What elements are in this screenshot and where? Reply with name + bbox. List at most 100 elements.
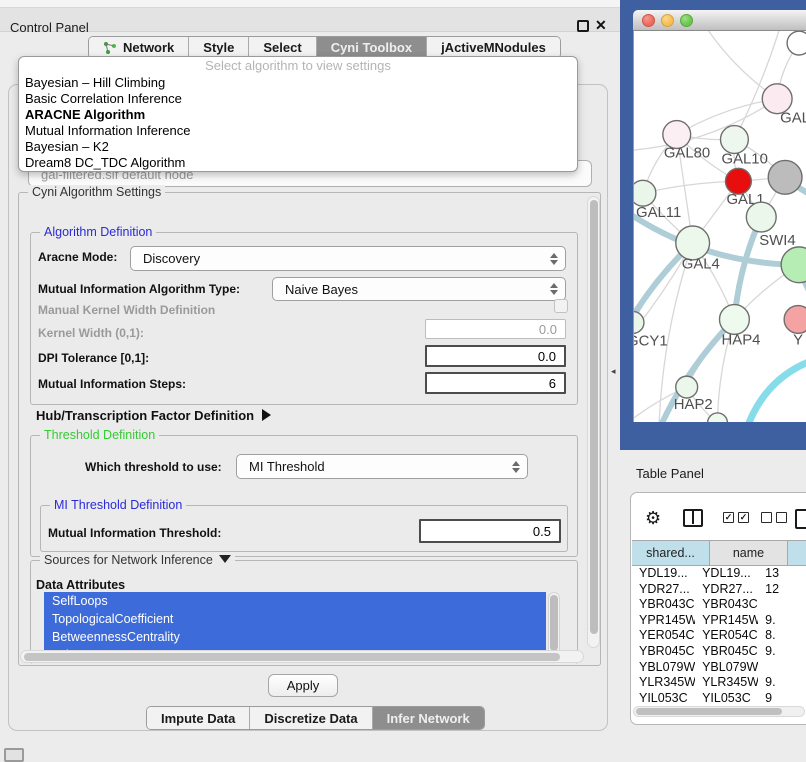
table-cell: YBR045C: [632, 644, 695, 660]
network-node-label: HAP2: [674, 397, 713, 413]
aracne-mode-combobox[interactable]: Discovery: [130, 246, 566, 271]
network-node-hap4[interactable]: [720, 305, 750, 335]
top-window-strip: [0, 0, 620, 8]
network-node-label: GAL10: [721, 151, 767, 167]
sources-group-title[interactable]: Sources for Network Inference: [40, 553, 235, 567]
table-row[interactable]: YLR345WYLR345W9.: [632, 675, 806, 691]
tab-discretize-data[interactable]: Discretize Data: [250, 707, 372, 729]
checked-boxes-icon[interactable]: ✓: [723, 512, 734, 523]
hub-definition-label: Hub/Transcription Factor Definition: [36, 408, 254, 423]
network-node-gal11[interactable]: [633, 180, 656, 206]
tab-jactivemnodules[interactable]: jActiveMNodules: [427, 37, 560, 58]
minimize-traffic-icon[interactable]: [661, 14, 674, 27]
network-node-hap2[interactable]: [676, 376, 698, 398]
table-row[interactable]: YIL053CYIL053C9: [632, 691, 806, 706]
gear-icon[interactable]: ⚙: [645, 509, 661, 527]
close-icon[interactable]: ✕: [595, 17, 607, 34]
network-node-gal80[interactable]: [663, 121, 691, 149]
network-node-gal4[interactable]: [676, 226, 710, 260]
algorithm-option[interactable]: Mutual Information Inference: [19, 123, 577, 139]
tab-infer-network[interactable]: Infer Network: [373, 707, 484, 729]
table-cell: YPR145W: [695, 613, 758, 629]
checked-boxes-icon[interactable]: ✓: [738, 512, 749, 523]
mi-threshold-label: Mutual Information Threshold:: [48, 526, 221, 540]
algorithm-option[interactable]: Bayesian – K2: [19, 139, 577, 155]
column-header[interactable]: shared...: [632, 540, 710, 566]
table-row[interactable]: YDR27...YDR27...12: [632, 582, 806, 598]
table-cell: YBR043C: [632, 597, 695, 613]
table-cell: 9.: [758, 644, 806, 660]
network-node-gal[interactable]: [762, 84, 792, 114]
manual-kernel-checkbox[interactable]: [554, 299, 568, 313]
attribute-list-item[interactable]: SelfLoops: [44, 592, 546, 610]
network-canvas[interactable]: GALGAL80GAL10GAL1GAL11SWI4GAL4GCY1HAP4YH…: [633, 31, 806, 422]
table-cell: YBL079W: [695, 660, 758, 676]
network-node[interactable]: [768, 160, 802, 194]
which-threshold-combobox[interactable]: MI Threshold: [236, 454, 528, 479]
network-node-y[interactable]: [784, 306, 806, 334]
settings-horizontal-scrollbar[interactable]: [20, 650, 584, 663]
kernel-width-field[interactable]: 0.0: [425, 319, 566, 339]
algorithm-option[interactable]: ARACNE Algorithm: [19, 107, 577, 123]
document-icon[interactable]: [795, 509, 806, 529]
network-node-gal10[interactable]: [720, 126, 748, 154]
table-row[interactable]: YBR045CYBR045C9.: [632, 644, 806, 660]
tab-network[interactable]: Network: [89, 37, 189, 58]
unchecked-boxes-icon[interactable]: [776, 512, 787, 523]
tab-impute-data[interactable]: Impute Data: [147, 707, 250, 729]
network-node[interactable]: [708, 413, 728, 422]
mi-type-combobox[interactable]: Naive Bayes: [272, 277, 566, 301]
mi-type-label: Mutual Information Algorithm Type:: [38, 282, 240, 296]
network-node-gcy1[interactable]: [633, 312, 644, 334]
attribute-list-item[interactable]: TopologicalCoefficient: [44, 610, 546, 628]
column-header[interactable]: name: [710, 540, 788, 566]
table-cell: YLR345W: [695, 675, 758, 691]
mi-threshold-group-title: MI Threshold Definition: [50, 498, 186, 512]
apply-button[interactable]: Apply: [268, 674, 338, 697]
maximize-traffic-icon[interactable]: [680, 14, 693, 27]
algorithm-option[interactable]: Basic Correlation Inference: [19, 91, 577, 107]
mi-steps-field[interactable]: 6: [425, 372, 566, 394]
tab-cyni-toolbox[interactable]: Cyni Toolbox: [317, 37, 427, 58]
table-header: shared...name: [632, 540, 806, 566]
network-edge: [734, 217, 761, 319]
network-node-label: GAL80: [664, 145, 710, 161]
network-node-swi4[interactable]: [781, 247, 806, 283]
algorithm-option[interactable]: Dream8 DC_TDC Algorithm: [19, 155, 577, 171]
collapsed-panel-button[interactable]: [4, 748, 24, 762]
network-node[interactable]: [787, 31, 806, 55]
dpi-tolerance-field[interactable]: 0.0: [425, 345, 566, 367]
settings-vertical-scrollbar[interactable]: [587, 196, 600, 648]
attribute-list-item[interactable]: BetweennessCentrality: [44, 628, 546, 646]
table-cell: [758, 597, 806, 613]
unchecked-boxes-icon[interactable]: [761, 512, 772, 523]
table-horizontal-scrollbar[interactable]: [633, 706, 805, 717]
float-window-icon[interactable]: [577, 20, 589, 32]
network-node-label: GAL11: [636, 205, 681, 221]
splitter-handle-icon[interactable]: ◂: [611, 366, 616, 377]
column-header[interactable]: [788, 540, 806, 566]
tab-select[interactable]: Select: [249, 37, 316, 58]
close-traffic-icon[interactable]: [642, 14, 655, 27]
table-row[interactable]: YDL19...YDL19...13: [632, 566, 806, 582]
tab-style[interactable]: Style: [189, 37, 249, 58]
table-row[interactable]: YBR043CYBR043C: [632, 597, 806, 613]
which-threshold-label: Which threshold to use:: [85, 460, 222, 474]
hub-definition-toggle[interactable]: Hub/Transcription Factor Definition: [36, 408, 271, 423]
algorithm-option[interactable]: Bayesian – Hill Climbing: [19, 75, 577, 91]
algorithm-definition-title: Algorithm Definition: [40, 225, 156, 239]
network-node-gal1[interactable]: [725, 168, 751, 194]
algorithm-options-list: Bayesian – Hill ClimbingBasic Correlatio…: [19, 75, 577, 171]
table-row[interactable]: YPR145WYPR145W9.: [632, 613, 806, 629]
network-window-titlebar[interactable]: [633, 10, 806, 31]
mi-threshold-field[interactable]: 0.5: [419, 519, 561, 543]
network-node[interactable]: [746, 202, 776, 232]
table-row[interactable]: YBL079WYBL079W: [632, 660, 806, 676]
mi-type-value: Naive Bayes: [285, 282, 358, 297]
table-row[interactable]: YER054CYER054C8.: [632, 628, 806, 644]
network-node-label: GAL4: [682, 257, 720, 273]
table-cell: [758, 660, 806, 676]
table-cell: YBR043C: [695, 597, 758, 613]
table-window: ⚙ ✓ ✓ shared...name YDL19...YDL19...13YD…: [630, 492, 806, 725]
split-columns-icon[interactable]: [683, 509, 703, 527]
